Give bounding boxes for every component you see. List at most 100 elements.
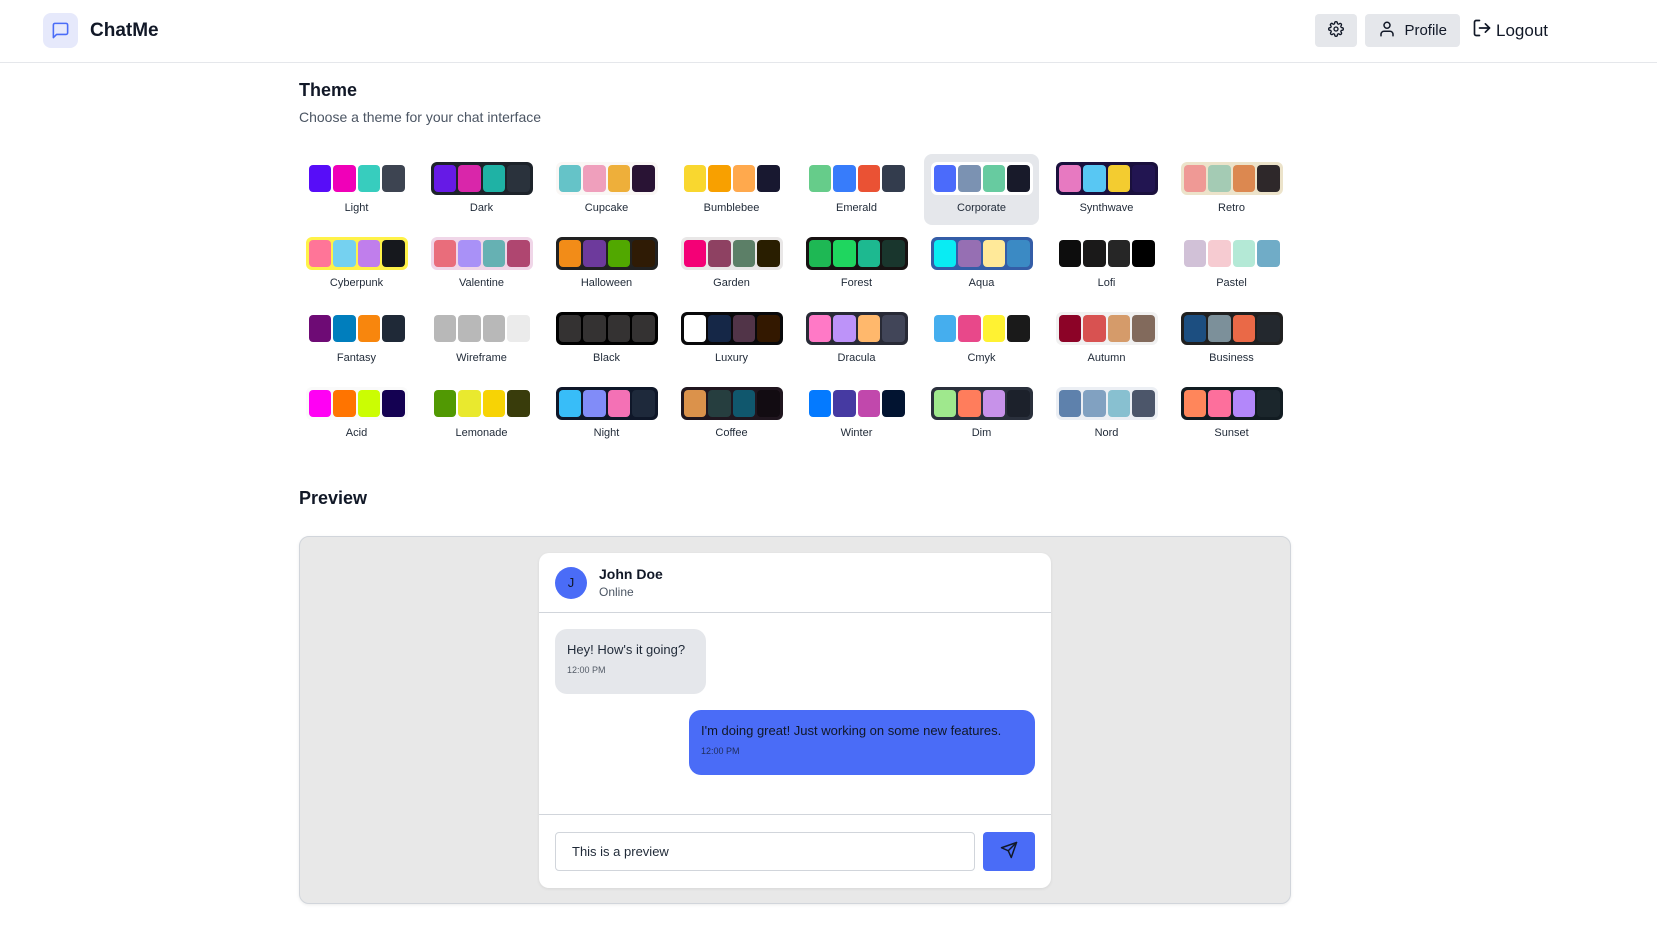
theme-swatch-row — [930, 162, 1033, 195]
theme-option-nord[interactable]: Nord — [1049, 379, 1164, 450]
theme-label: Retro — [1218, 202, 1245, 214]
theme-option-light[interactable]: Light — [299, 154, 414, 225]
logout-button[interactable]: Logout — [1468, 14, 1552, 47]
theme-color-swatch — [1058, 390, 1081, 417]
theme-color-swatch — [308, 165, 331, 192]
theme-color-swatch — [933, 315, 956, 342]
theme-color-swatch — [333, 240, 356, 267]
theme-color-swatch — [1183, 315, 1206, 342]
message-input[interactable] — [555, 832, 975, 871]
profile-button[interactable]: Profile — [1365, 14, 1460, 47]
brand-link[interactable]: ChatMe — [43, 13, 159, 48]
theme-option-coffee[interactable]: Coffee — [674, 379, 789, 450]
theme-option-lemonade[interactable]: Lemonade — [424, 379, 539, 450]
theme-label: Bumblebee — [703, 202, 760, 214]
theme-option-dark[interactable]: Dark — [424, 154, 539, 225]
logout-icon — [1472, 18, 1492, 43]
theme-color-swatch — [583, 390, 606, 417]
theme-option-emerald[interactable]: Emerald — [799, 154, 914, 225]
theme-option-black[interactable]: Black — [549, 304, 664, 375]
theme-color-swatch — [357, 165, 380, 192]
theme-color-swatch — [1132, 165, 1155, 192]
theme-option-cyberpunk[interactable]: Cyberpunk — [299, 229, 414, 300]
theme-swatch-row — [555, 387, 658, 420]
theme-swatch-row — [680, 237, 783, 270]
theme-color-swatch — [558, 390, 581, 417]
theme-color-swatch — [982, 165, 1005, 192]
theme-color-swatch — [308, 390, 331, 417]
contact-info: John Doe Online — [599, 566, 663, 599]
theme-swatch-row — [680, 387, 783, 420]
theme-color-swatch — [757, 165, 780, 192]
theme-color-swatch — [458, 390, 481, 417]
message-time: 12:00 PM — [567, 665, 606, 675]
theme-option-valentine[interactable]: Valentine — [424, 229, 539, 300]
theme-color-swatch — [308, 315, 331, 342]
theme-option-lofi[interactable]: Lofi — [1049, 229, 1164, 300]
theme-grid: Light Dark Cupcake Bumblebee Emerald Corporat… — [299, 154, 1299, 450]
theme-color-swatch — [933, 240, 956, 267]
theme-color-swatch — [607, 390, 630, 417]
theme-option-synthwave[interactable]: Synthwave — [1049, 154, 1164, 225]
settings-button[interactable] — [1315, 14, 1358, 47]
theme-option-wireframe[interactable]: Wireframe — [424, 304, 539, 375]
preview-title: Preview — [299, 488, 368, 508]
theme-color-swatch — [958, 165, 981, 192]
theme-color-swatch — [1132, 390, 1155, 417]
theme-option-forest[interactable]: Forest — [799, 229, 914, 300]
theme-swatch-row — [930, 237, 1033, 270]
theme-option-garden[interactable]: Garden — [674, 229, 789, 300]
theme-swatch-row — [1180, 387, 1283, 420]
theme-color-swatch — [857, 240, 880, 267]
theme-option-acid[interactable]: Acid — [299, 379, 414, 450]
theme-option-pastel[interactable]: Pastel — [1174, 229, 1289, 300]
theme-label: Valentine — [458, 277, 505, 289]
theme-option-fantasy[interactable]: Fantasy — [299, 304, 414, 375]
theme-option-cmyk[interactable]: Cmyk — [924, 304, 1039, 375]
theme-option-halloween[interactable]: Halloween — [549, 229, 664, 300]
theme-color-swatch — [1232, 165, 1255, 192]
theme-label: Light — [344, 202, 369, 214]
theme-color-swatch — [607, 315, 630, 342]
theme-option-cupcake[interactable]: Cupcake — [549, 154, 664, 225]
theme-label: Emerald — [836, 202, 877, 214]
theme-label: Sunset — [1214, 427, 1249, 439]
theme-color-swatch — [507, 315, 530, 342]
theme-color-swatch — [458, 165, 481, 192]
theme-color-swatch — [632, 165, 655, 192]
theme-swatch-row — [805, 237, 908, 270]
theme-label: Cyberpunk — [329, 277, 384, 289]
theme-option-luxury[interactable]: Luxury — [674, 304, 789, 375]
theme-option-sunset[interactable]: Sunset — [1174, 379, 1289, 450]
theme-option-aqua[interactable]: Aqua — [924, 229, 1039, 300]
theme-title: Theme — [299, 80, 358, 100]
theme-label: Pastel — [1216, 277, 1247, 289]
theme-swatch-row — [1055, 387, 1158, 420]
theme-color-swatch — [933, 390, 956, 417]
send-button[interactable] — [983, 832, 1035, 871]
theme-option-corporate[interactable]: Corporate — [924, 154, 1039, 225]
theme-option-autumn[interactable]: Autumn — [1049, 304, 1164, 375]
theme-swatch-row — [930, 387, 1033, 420]
theme-option-business[interactable]: Business — [1174, 304, 1289, 375]
theme-option-retro[interactable]: Retro — [1174, 154, 1289, 225]
theme-color-swatch — [1107, 240, 1130, 267]
theme-label: Synthwave — [1079, 202, 1134, 214]
theme-color-swatch — [607, 240, 630, 267]
theme-option-dracula[interactable]: Dracula — [799, 304, 914, 375]
theme-option-night[interactable]: Night — [549, 379, 664, 450]
theme-label: Coffee — [715, 427, 748, 439]
theme-label: Winter — [840, 427, 873, 439]
theme-color-swatch — [583, 165, 606, 192]
theme-color-swatch — [1232, 315, 1255, 342]
theme-color-swatch — [632, 315, 655, 342]
theme-option-bumblebee[interactable]: Bumblebee — [674, 154, 789, 225]
theme-option-winter[interactable]: Winter — [799, 379, 914, 450]
theme-color-swatch — [1058, 315, 1081, 342]
theme-label: Aqua — [968, 277, 995, 289]
theme-color-swatch — [732, 390, 755, 417]
theme-label: Fantasy — [336, 352, 377, 364]
theme-swatch-row — [1180, 162, 1283, 195]
theme-swatch-row — [805, 312, 908, 345]
theme-option-dim[interactable]: Dim — [924, 379, 1039, 450]
